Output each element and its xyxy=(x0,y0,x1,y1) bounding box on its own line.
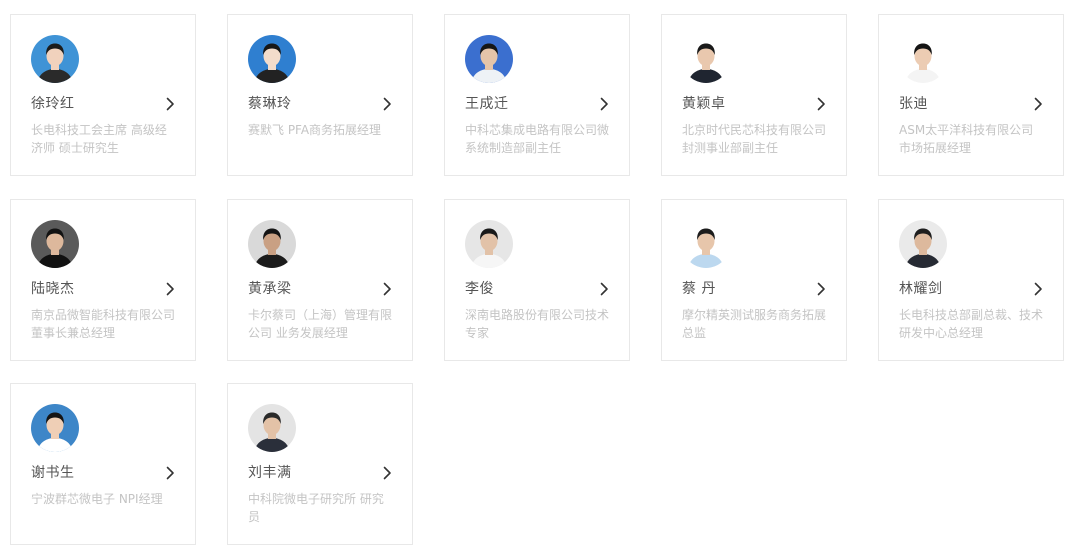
speaker-title: 北京时代民芯科技有限公司 封测事业部副主任 xyxy=(682,123,827,155)
chevron-right-icon[interactable] xyxy=(163,466,177,480)
speaker-name: 刘丰满 xyxy=(248,465,292,481)
chevron-right-icon[interactable] xyxy=(380,282,394,296)
chevron-right-icon[interactable] xyxy=(597,282,611,296)
speaker-card[interactable]: 李俊深南电路股份有限公司技术专家 xyxy=(444,199,630,361)
speaker-avatar xyxy=(31,35,79,83)
chevron-right-icon[interactable] xyxy=(163,97,177,111)
speaker-card[interactable]: 王成迁中科芯集成电路有限公司微系统制造部副主任 xyxy=(444,14,630,176)
speaker-card[interactable]: 谢书生宁波群芯微电子 NPI经理 xyxy=(10,383,196,545)
chevron-right-icon[interactable] xyxy=(1031,282,1045,296)
speaker-card[interactable]: 蔡琳玲赛默飞 PFA商务拓展经理 xyxy=(227,14,413,176)
speaker-title: 摩尔精英测试服务商务拓展总监 xyxy=(682,308,827,340)
speaker-avatar xyxy=(31,220,79,268)
speaker-card[interactable]: 刘丰满中科院微电子研究所 研究员 xyxy=(227,383,413,545)
speaker-grid: 徐玲红 长电科技工会主席 高级经济师 硕士研究生 蔡琳玲 赛默飞 PFA商务拓展经理王… xyxy=(0,0,1080,556)
speaker-card[interactable]: 黄承梁卡尔蔡司（上海）管理有限公司 业务发展经理 xyxy=(227,199,413,361)
speaker-card[interactable]: 陆晓杰南京品微智能科技有限公司 董事长兼总经理 xyxy=(10,199,196,361)
speaker-name: 谢书生 xyxy=(31,465,75,481)
speaker-name: 蔡 丹 xyxy=(682,281,716,297)
speaker-name: 陆晓杰 xyxy=(31,281,75,297)
speaker-name: 林耀剑 xyxy=(899,281,943,297)
speaker-title: 中科院微电子研究所 研究员 xyxy=(248,492,384,524)
speaker-name: 黄承梁 xyxy=(248,281,292,297)
speaker-name: 李俊 xyxy=(465,281,494,297)
speaker-name: 王成迁 xyxy=(465,96,509,112)
speaker-title: 长电科技总部副总裁、技术研发中心总经理 xyxy=(899,308,1044,340)
speaker-name: 张迪 xyxy=(899,96,928,112)
chevron-right-icon[interactable] xyxy=(380,466,394,480)
chevron-right-icon[interactable] xyxy=(1031,97,1045,111)
chevron-right-icon[interactable] xyxy=(597,97,611,111)
speaker-avatar xyxy=(682,35,730,83)
speaker-avatar xyxy=(31,404,79,452)
speaker-avatar xyxy=(465,35,513,83)
speaker-avatar xyxy=(682,220,730,268)
speaker-title: 南京品微智能科技有限公司 董事长兼总经理 xyxy=(31,308,176,340)
speaker-title: 深南电路股份有限公司技术专家 xyxy=(465,308,610,340)
speaker-card[interactable]: 蔡 丹摩尔精英测试服务商务拓展总监 xyxy=(661,199,847,361)
speaker-title: 宁波群芯微电子 NPI经理 xyxy=(31,492,163,506)
chevron-right-icon[interactable] xyxy=(380,97,394,111)
speaker-avatar xyxy=(248,220,296,268)
chevron-right-icon[interactable] xyxy=(814,97,828,111)
chevron-right-icon[interactable] xyxy=(814,282,828,296)
speaker-avatar xyxy=(899,35,947,83)
speaker-title: 卡尔蔡司（上海）管理有限公司 业务发展经理 xyxy=(248,308,393,340)
speaker-title: 中科芯集成电路有限公司微系统制造部副主任 xyxy=(465,123,610,155)
speaker-avatar xyxy=(465,220,513,268)
speaker-title: 赛默飞 PFA商务拓展经理 xyxy=(248,123,382,137)
speaker-title: 长电科技工会主席 高级经济师 硕士研究生 xyxy=(31,123,167,155)
speaker-card[interactable]: 徐玲红长电科技工会主席 高级经济师 硕士研究生 xyxy=(10,14,196,176)
speaker-card[interactable]: 林耀剑长电科技总部副总裁、技术研发中心总经理 xyxy=(878,199,1064,361)
speaker-title: ASM太平洋科技有限公司市场拓展经理 xyxy=(899,123,1034,155)
speaker-avatar xyxy=(248,35,296,83)
speaker-avatar xyxy=(248,404,296,452)
speaker-name: 徐玲红 xyxy=(31,96,75,112)
speaker-card[interactable]: 黄颖卓北京时代民芯科技有限公司 封测事业部副主任 xyxy=(661,14,847,176)
speaker-avatar xyxy=(899,220,947,268)
speaker-name: 黄颖卓 xyxy=(682,96,726,112)
speaker-card[interactable]: 张迪 ASM太平洋科技有限公司市场拓展经理 xyxy=(878,14,1064,176)
chevron-right-icon[interactable] xyxy=(163,282,177,296)
speaker-name: 蔡琳玲 xyxy=(248,96,292,112)
